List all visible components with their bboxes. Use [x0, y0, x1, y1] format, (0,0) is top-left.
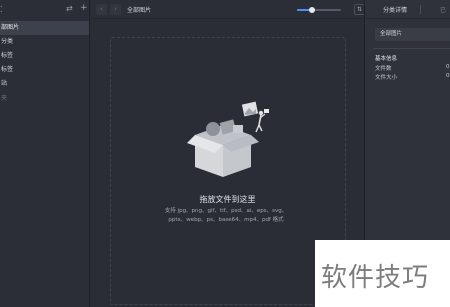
- basic-info-heading: 基本信息: [375, 56, 398, 62]
- sidebar-header: ⁚ ⇄ +: [0, 0, 89, 19]
- back-button[interactable]: ‹: [96, 4, 107, 15]
- sidebar: ⁚ ⇄ + 部图片 分类 标签 标签 站 夹: [0, 0, 90, 307]
- plus-icon[interactable]: +: [80, 3, 88, 13]
- sidebar-item-all-images[interactable]: 部图片: [0, 21, 89, 35]
- drop-supported-formats: 支持 jpg、png、gif、tif、psd、ai、eps、svg、 pptx、…: [136, 207, 316, 225]
- page-title: 全部图片: [127, 7, 152, 14]
- tab-secondary[interactable]: 已: [440, 5, 446, 14]
- watermark: 软件技巧: [315, 240, 450, 307]
- sort-icon[interactable]: ⇄: [66, 4, 73, 13]
- file-count-label: 文件数: [375, 66, 392, 72]
- tab-divider: [420, 5, 421, 14]
- drop-formats-line-1: 支持 jpg、png、gif、tif、psd、ai、eps、svg、: [164, 208, 288, 214]
- chevron-left-icon: ‹: [100, 5, 103, 13]
- sidebar-list: 部图片 分类 标签 标签 站 夹: [0, 21, 89, 106]
- forward-button[interactable]: ›: [110, 4, 121, 15]
- file-size-label: 文件大小: [375, 75, 398, 81]
- divider: [373, 48, 450, 49]
- drag-handle-icon[interactable]: ⁚: [0, 5, 3, 14]
- sidebar-item-tags[interactable]: 标签: [0, 63, 89, 77]
- inspector-tabs: 分类详情 已: [365, 0, 450, 19]
- chevron-right-icon: ›: [114, 5, 117, 13]
- sidebar-item-folders[interactable]: 夹: [0, 92, 89, 106]
- sort-arrows-icon: ⇅: [356, 6, 363, 13]
- category-name-field[interactable]: 全部图片: [375, 28, 450, 41]
- toolbar: ‹ › 全部图片 ⇅ ▽ ⌕: [91, 0, 450, 19]
- zoom-slider[interactable]: [297, 7, 341, 13]
- file-count-value: 0: [446, 64, 450, 70]
- sidebar-item-trash[interactable]: 站: [0, 77, 89, 91]
- tab-category-details[interactable]: 分类详情: [383, 5, 407, 14]
- sidebar-item-untagged[interactable]: 标签: [0, 49, 89, 63]
- empty-box-illustration: [187, 101, 269, 177]
- file-size-value: 0: [446, 73, 450, 79]
- watermark-text: 软件技巧: [321, 263, 430, 293]
- sidebar-item-uncategorized[interactable]: 分类: [0, 35, 89, 49]
- drop-title: 拖放文件到这里: [199, 195, 256, 204]
- drop-formats-line-2: pptx、webp、ps、base64、mp4、pdf 格式: [168, 217, 284, 223]
- zoom-slider-knob[interactable]: [309, 7, 316, 13]
